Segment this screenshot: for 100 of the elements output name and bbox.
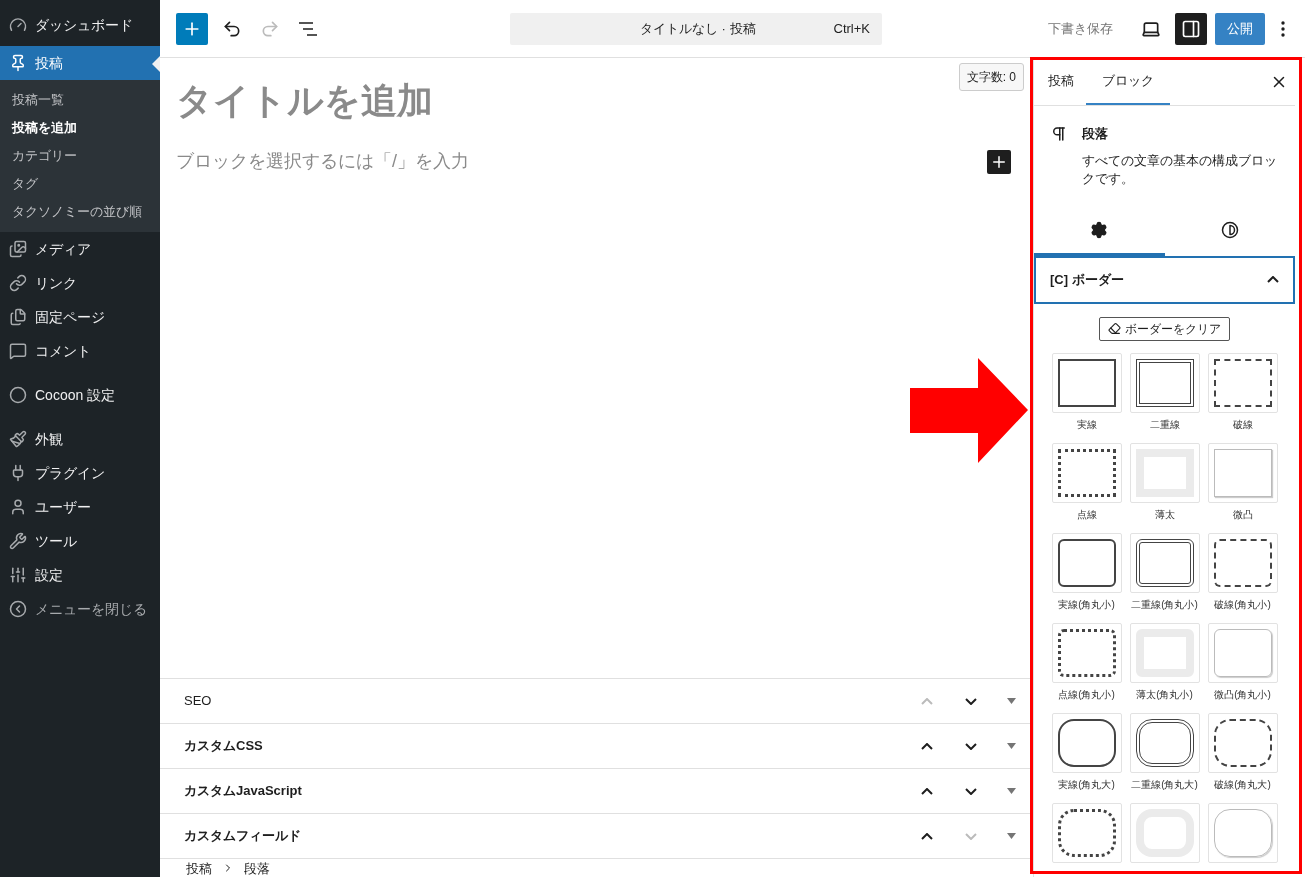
chevron-down-icon [965, 742, 977, 750]
dashboard-icon [9, 16, 27, 34]
user-icon [9, 498, 27, 516]
chevron-down-icon [965, 697, 977, 705]
border-style-label: 薄太 [1154, 507, 1175, 522]
border-style-option[interactable] [1207, 532, 1278, 593]
border-style-option[interactable] [1129, 532, 1200, 593]
chevron-down-icon [965, 787, 977, 795]
submenu-item[interactable]: カテゴリー [0, 142, 160, 170]
list-view-icon [299, 21, 317, 36]
border-style-option[interactable] [1129, 712, 1200, 773]
submenu-item[interactable]: 投稿一覧 [0, 86, 160, 114]
caret-down-icon [1006, 743, 1016, 749]
border-style-option[interactable] [1051, 802, 1122, 863]
paintbrush-icon [9, 430, 27, 448]
border-preview [1213, 358, 1272, 407]
word-count-badge: 文字数: 0 [958, 63, 1024, 91]
border-preview [1057, 808, 1116, 857]
comment-icon [9, 342, 27, 360]
border-style-label: 破線(角丸大) [1214, 777, 1271, 792]
collapse-icon [9, 600, 27, 618]
border-style-option[interactable] [1051, 622, 1122, 683]
sidebar-item[interactable]: 固定ページ [0, 300, 160, 334]
meta-box-header[interactable]: カスタムJavaScript [160, 768, 1033, 813]
border-style-label: 二重線(角丸小) [1131, 597, 1198, 612]
meta-box-header[interactable]: カスタムフィールド [160, 813, 1033, 858]
sidebar-tab[interactable]: ブロック [1086, 58, 1170, 105]
sidebar-item[interactable]: 外観 [0, 422, 160, 456]
meta-box-header[interactable]: カスタムCSS [160, 723, 1033, 768]
border-style-option[interactable] [1051, 712, 1122, 773]
sidebar-item[interactable]: リンク [0, 266, 160, 300]
border-style-option[interactable] [1207, 712, 1278, 773]
border-style-label: 点線 [1076, 507, 1097, 522]
document-title: タイトルなし · 投稿 [638, 19, 757, 38]
sidebar-item[interactable]: メニューを閉じる [0, 592, 160, 626]
border-style-option[interactable] [1129, 352, 1200, 413]
border-style-label: 微凸 [1232, 507, 1253, 522]
border-preview [1135, 718, 1194, 767]
command-bar[interactable]: タイトルなし · 投稿 Ctrl+K [510, 12, 882, 45]
inserter-button[interactable] [987, 149, 1011, 174]
pages-icon [9, 308, 27, 326]
border-style-label: 微凸(角丸小) [1214, 687, 1271, 702]
border-preview [1057, 628, 1116, 677]
sidebar-item[interactable]: コメント [0, 334, 160, 368]
settings-toggle-button[interactable] [1175, 12, 1207, 45]
border-preview [1213, 628, 1272, 677]
sidebar-item[interactable]: プラグイン [0, 456, 160, 490]
chevron-up-icon [921, 787, 933, 795]
clear-border-button[interactable]: ボーダーをクリア [1099, 316, 1230, 341]
sidebar-item[interactable]: ツール [0, 524, 160, 558]
sidebar-item[interactable]: ダッシュボード [0, 8, 160, 42]
caret-down-icon [1006, 833, 1016, 839]
sidebar-item[interactable]: 設定 [0, 558, 160, 592]
block-placeholder-field[interactable]: ブロックを選択するには「/」を入力 [176, 148, 469, 175]
save-draft-button[interactable]: 下書き保存 [1042, 12, 1119, 45]
submenu-item[interactable]: 投稿を追加 [0, 114, 160, 142]
sidebar-item[interactable]: Cocoon 設定 [0, 378, 160, 412]
submenu-item[interactable]: タクソノミーの並び順 [0, 198, 160, 226]
border-style-option[interactable] [1051, 442, 1122, 503]
submenu-item[interactable]: タグ [0, 170, 160, 198]
undo-icon [222, 18, 242, 39]
sidebar-panel-icon [1181, 18, 1201, 39]
gear-icon [1090, 221, 1109, 239]
contrast-icon [1220, 221, 1239, 239]
border-style-option[interactable] [1051, 532, 1122, 593]
border-style-label: 実線 [1076, 417, 1097, 432]
eraser-icon [1108, 322, 1121, 335]
breadcrumb-link[interactable]: 段落 [244, 859, 270, 877]
border-style-option[interactable] [1207, 352, 1278, 413]
caret-down-icon [1006, 788, 1016, 794]
meta-box-title: カスタムCSS [184, 737, 264, 756]
meta-box-header[interactable]: SEO [160, 678, 1033, 723]
breadcrumb-link[interactable]: 投稿 [186, 859, 212, 877]
border-preview [1057, 358, 1116, 407]
border-style-label: 二重線(角丸大) [1131, 777, 1198, 792]
block-description: すべての文章の基本の構成ブロックです。 [1082, 151, 1278, 188]
chevron-up-icon [921, 742, 933, 750]
border-preview [1057, 448, 1116, 497]
border-preview [1213, 808, 1272, 857]
border-style-label: 点線(角丸小) [1058, 687, 1115, 702]
meta-box-title: カスタムフィールド [184, 827, 302, 846]
sidebar-tab[interactable]: 投稿 [1036, 58, 1086, 105]
more-vertical-icon [1281, 20, 1285, 37]
chevron-up-icon [1267, 276, 1279, 283]
publish-button[interactable]: 公開 [1215, 12, 1265, 45]
pin-icon [9, 54, 27, 72]
border-style-label: 破線(角丸小) [1214, 597, 1271, 612]
sidebar-item[interactable]: 投稿 [0, 46, 160, 80]
panel-header[interactable]: [C] ボーダー [1034, 255, 1295, 304]
link-icon [9, 274, 27, 292]
shortcut-hint: Ctrl+K [833, 19, 870, 38]
border-preview [1213, 718, 1272, 767]
sidebar-item[interactable]: ユーザー [0, 490, 160, 524]
sidebar-item[interactable]: メディア [0, 232, 160, 266]
border-style-option[interactable] [1051, 352, 1122, 413]
sliders-icon [9, 566, 27, 584]
chevron-up-icon [921, 832, 933, 840]
border-preview [1213, 538, 1272, 587]
add-block-button[interactable] [176, 12, 208, 45]
wrench-icon [9, 532, 27, 550]
